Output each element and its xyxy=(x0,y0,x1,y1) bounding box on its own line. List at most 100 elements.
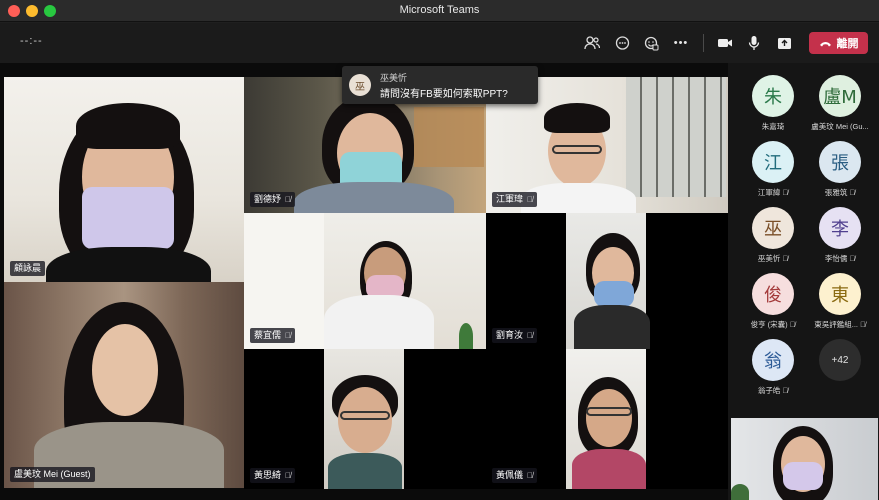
participant-name: 巫美忻 🎙̸ xyxy=(757,254,789,263)
participant-name: 江軍緯 🎙̸ xyxy=(757,188,789,197)
participant-name-tag: 黃佩儀 🎙̸ xyxy=(492,468,538,483)
share-screen-icon xyxy=(777,37,791,49)
share-screen-button[interactable] xyxy=(772,31,796,55)
roster-participant[interactable]: 朱 朱嘉琦 xyxy=(738,75,808,139)
mic-muted-icon: 🎙̸ xyxy=(285,195,292,204)
video-tile[interactable]: 劉育汝 🎙̸ xyxy=(486,213,728,349)
leave-button[interactable]: 離開 xyxy=(809,32,868,54)
hang-up-icon xyxy=(819,41,831,46)
participants-icon xyxy=(584,36,600,50)
video-tile[interactable]: 黃思綺 🎙̸ xyxy=(244,349,486,489)
participant-name: 朱嘉琦 xyxy=(761,122,785,131)
microphone-button[interactable] xyxy=(742,31,766,55)
reactions-icon xyxy=(644,36,658,50)
participant-name-tag: 劉德妤 🎙̸ xyxy=(250,192,296,207)
person-hair xyxy=(544,103,610,133)
more-participants-count: +42 xyxy=(819,339,861,381)
reactions-button[interactable] xyxy=(639,31,663,55)
sender-name: 巫美忻 xyxy=(380,73,408,83)
face-mask xyxy=(783,462,823,490)
person-body xyxy=(521,183,636,213)
participant-name: 劉德妤 xyxy=(254,194,282,204)
mic-muted-icon: 🎙̸ xyxy=(527,471,534,480)
meeting-toolbar: --:-- ••• 離開 xyxy=(0,23,879,63)
participant-name-tag: 顧詠晨 xyxy=(10,261,46,276)
participant-name-tag: 蔡宜儒 🎙̸ xyxy=(250,328,296,343)
self-view-video[interactable] xyxy=(731,418,878,500)
mic-muted-icon: 🎙̸ xyxy=(849,188,856,197)
participant-avatar: 江 xyxy=(752,141,794,183)
glasses xyxy=(586,407,632,416)
participant-name: 蔡宜儒 xyxy=(254,330,282,340)
participant-name: 劉育汝 xyxy=(496,330,524,340)
mic-muted-icon: 🎙̸ xyxy=(285,471,292,480)
person-body xyxy=(574,305,650,349)
person-body xyxy=(324,295,434,349)
person-face xyxy=(92,324,158,416)
more-participants-button[interactable]: +42 xyxy=(805,339,875,403)
chat-button[interactable] xyxy=(610,31,634,55)
mic-muted-icon: 🎙̸ xyxy=(285,331,292,340)
more-icon: ••• xyxy=(673,37,689,49)
roster-participant[interactable]: 張 張雅筑 🎙̸ xyxy=(805,141,875,205)
participant-name: 江軍瑋 xyxy=(496,194,524,204)
participant-avatar: 張 xyxy=(819,141,861,183)
toolbar-divider xyxy=(703,34,704,52)
mic-muted-icon: 🎙̸ xyxy=(782,254,789,263)
background-shelf xyxy=(414,107,484,167)
participant-name-tag: 黃思綺 🎙̸ xyxy=(250,468,296,483)
participant-name: 黃思綺 xyxy=(254,470,282,480)
video-tile[interactable]: 盧美玟 Mei (Guest) xyxy=(4,282,244,488)
participant-avatar: 巫 xyxy=(752,207,794,249)
mic-muted-icon: 🎙̸ xyxy=(789,320,796,329)
background-window xyxy=(626,77,726,197)
participant-name: 張雅筑 🎙̸ xyxy=(824,188,856,197)
participant-avatar: 李 xyxy=(819,207,861,249)
mic-muted-icon: 🎙̸ xyxy=(860,320,866,329)
person-body xyxy=(46,247,211,282)
roster-participant[interactable]: 俊 俊亨 (宋囊) 🎙̸ xyxy=(738,273,808,337)
participant-name: 顧詠晨 xyxy=(14,263,42,273)
title-bar: Microsoft Teams xyxy=(0,0,879,22)
video-tile[interactable]: 黃佩儀 🎙̸ xyxy=(486,349,728,489)
participant-name: 盧美玟 Mei (Guest) xyxy=(14,469,91,479)
more-options-button[interactable]: ••• xyxy=(669,31,693,55)
participant-name-tag: 盧美玟 Mei (Guest) xyxy=(10,467,95,482)
participant-name: 黃佩儀 xyxy=(496,470,524,480)
roster-participant[interactable]: 東 東吳評鑑組... 🎙̸ xyxy=(805,273,875,337)
roster-participant[interactable]: 江 江軍緯 🎙̸ xyxy=(738,141,808,205)
person-body xyxy=(328,453,402,489)
plant xyxy=(459,323,473,349)
chat-icon xyxy=(615,35,629,50)
participant-avatar: 朱 xyxy=(752,75,794,117)
participant-name: 翁子皓 🎙̸ xyxy=(757,386,789,395)
mic-muted-icon: 🎙̸ xyxy=(527,195,534,204)
participant-name-tag: 劉育汝 🎙̸ xyxy=(492,328,538,343)
mic-muted-icon: 🎙̸ xyxy=(782,188,789,197)
video-tile[interactable]: 蔡宜儒 🎙̸ xyxy=(244,213,486,349)
microphone-icon xyxy=(748,36,760,50)
face-mask xyxy=(594,281,634,307)
camera-button[interactable] xyxy=(713,31,737,55)
roster-participant[interactable]: 盧M 盧美玟 Mei (Gu... xyxy=(805,75,875,139)
roster-participant[interactable]: 巫 巫美忻 🎙̸ xyxy=(738,207,808,271)
participant-avatar: 翁 xyxy=(752,339,794,381)
participant-name: 李怡儒 🎙̸ xyxy=(824,254,856,263)
participant-name: 東吳評鑑組... 🎙̸ xyxy=(814,320,866,329)
roster-participant[interactable]: 翁 翁子皓 🎙̸ xyxy=(738,339,808,403)
video-tile[interactable]: 顧詠晨 xyxy=(4,77,244,282)
window-title: Microsoft Teams xyxy=(399,4,480,16)
sender-avatar: 巫 xyxy=(349,74,371,96)
plant xyxy=(731,484,749,500)
face-mask xyxy=(82,187,174,249)
roster-participant[interactable]: 李 李怡儒 🎙̸ xyxy=(805,207,875,271)
participant-avatar: 俊 xyxy=(752,273,794,315)
meeting-timer: --:-- xyxy=(20,35,43,47)
participant-name: 盧美玟 Mei (Gu... xyxy=(811,122,869,131)
participants-button[interactable] xyxy=(580,31,604,55)
glasses xyxy=(552,145,602,154)
participant-name-tag: 江軍瑋 🎙̸ xyxy=(492,192,538,207)
chat-notification[interactable]: 巫 巫美忻 請問沒有FB要如何索取PPT? xyxy=(342,66,538,104)
person-body xyxy=(294,182,454,213)
person-face xyxy=(338,387,392,453)
